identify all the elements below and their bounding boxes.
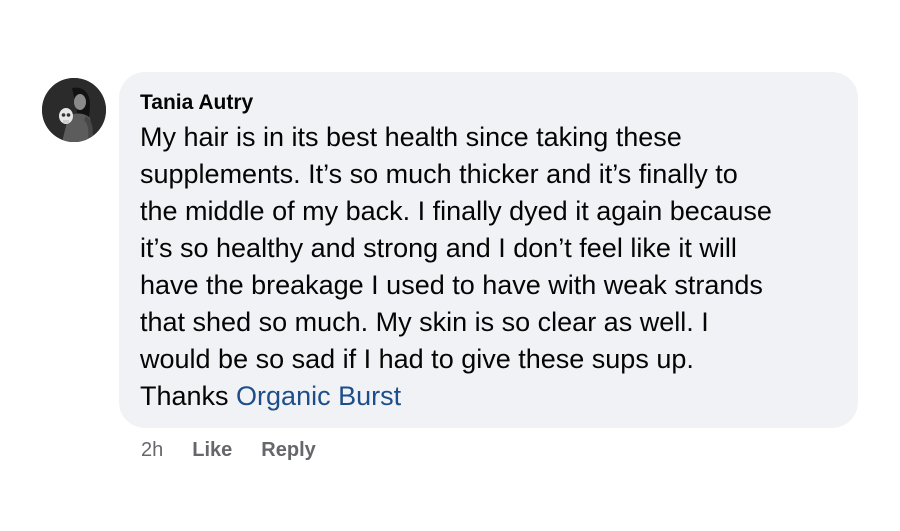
comment-line: the middle of my back. I finally dyed it… [140, 196, 772, 226]
comment-actions: 2h Like Reply [141, 438, 345, 462]
comment-bubble: Tania Autry My hair is in its best healt… [119, 72, 858, 428]
thanks-text: Thanks [140, 381, 237, 411]
author-name[interactable]: Tania Autry [140, 90, 838, 116]
comment-line: would be so sad if I had to give these s… [140, 344, 694, 374]
avatar[interactable] [42, 78, 106, 142]
comment-line: that shed so much. My skin is so clear a… [140, 307, 709, 337]
mention-link[interactable]: Organic Burst [236, 381, 401, 411]
timestamp[interactable]: 2h [141, 439, 163, 462]
like-button[interactable]: Like [192, 439, 232, 462]
profile-photo-icon [42, 78, 106, 142]
comment-line: have the breakage I used to have with we… [140, 270, 763, 300]
comment-text: My hair is in its best health since taki… [140, 119, 838, 415]
comment-line-last: Thanks Organic Burst [140, 378, 838, 415]
comment-line: My hair is in its best health since taki… [140, 122, 682, 152]
comment-line: it’s so healthy and strong and I don’t f… [140, 233, 737, 263]
comment-line: supplements. It’s so much thicker and it… [140, 159, 738, 189]
reply-button[interactable]: Reply [261, 439, 315, 462]
comment: Tania Autry My hair is in its best healt… [0, 0, 900, 531]
